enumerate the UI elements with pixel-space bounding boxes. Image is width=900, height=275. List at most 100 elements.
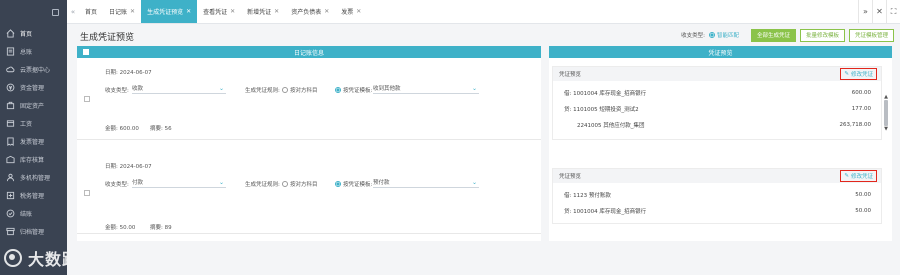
entry-amount: 金额: 50.00 (105, 225, 136, 231)
sidebar-item-label: 工资 (20, 120, 33, 128)
header-actions: 收支类型: 智能匹配 全部生成凭证 批量修改模板 凭证模板管理 (681, 28, 894, 42)
sidebar-item-label: 税务管理 (20, 192, 45, 200)
archive-icon (6, 227, 15, 236)
type-label: 收支类型: (105, 182, 129, 188)
sidebar-top (0, 0, 67, 24)
sidebar-item-invoice[interactable]: 发票管理 (0, 132, 67, 150)
collapse-menu-icon[interactable] (52, 8, 59, 16)
radio-button[interactable] (282, 181, 288, 187)
sidebar-item-fund[interactable]: 资金管理 (0, 78, 67, 96)
entry-checkbox[interactable] (84, 190, 90, 196)
radio-button[interactable] (335, 181, 341, 187)
chevron-down-icon: ⌄ (218, 179, 224, 186)
close-icon[interactable]: ✕ (230, 8, 235, 15)
sidebar-item-org[interactable]: 多机构管理 (0, 168, 67, 186)
tab-add-voucher[interactable]: 新增凭证 ✕ (241, 0, 285, 23)
edit-icon: ✎ (844, 173, 849, 179)
rule-option-label: 按对方科目 (290, 88, 318, 94)
type-select[interactable]: 付款 ⌄ (132, 177, 226, 188)
edit-voucher-button[interactable]: ✎ 修改凭证 (840, 68, 877, 80)
voucher-scrollbar[interactable]: ▲ ▼ (883, 94, 889, 134)
close-icon[interactable]: ✕ (130, 8, 135, 15)
type-label: 收支类型: (105, 88, 129, 94)
close-icon[interactable]: ✕ (186, 8, 191, 15)
type-select-value: 收款 (132, 86, 144, 92)
edit-voucher-button[interactable]: ✎ 修改凭证 (840, 170, 877, 182)
sidebar-item-salary[interactable]: 工资 (0, 114, 67, 132)
sidebar-item-tax[interactable]: 税务管理 (0, 186, 67, 204)
sidebar-item-label: 资金管理 (20, 84, 45, 92)
scrollbar-thumb[interactable] (884, 100, 888, 126)
radio-button[interactable] (282, 87, 288, 93)
type-select[interactable]: 收款 ⌄ (132, 83, 226, 94)
tab-label: 发票 (341, 9, 354, 16)
rule-option-counter-subject[interactable]: 按对方科目 (282, 86, 318, 94)
rule-option-counter-subject[interactable]: 按对方科目 (282, 180, 318, 188)
chevron-down-icon: ⌄ (218, 85, 224, 92)
template-select[interactable]: 预付款 ⌄ (373, 177, 479, 188)
template-select[interactable]: 收到其他款 ⌄ (373, 83, 479, 94)
voucher-template-manage-button[interactable]: 凭证模板管理 (848, 28, 894, 42)
close-icon[interactable]: ✕ (356, 8, 361, 15)
sidebar-item-ledger[interactable]: 总账 (0, 42, 67, 60)
voucher-card-title: 凭证预览 (559, 174, 582, 180)
tab-journal[interactable]: 日记账 ✕ (103, 0, 141, 23)
sidebar-item-home[interactable]: 首页 (0, 24, 67, 42)
tab-balance-sheet[interactable]: 资产负债表 ✕ (285, 0, 335, 23)
generate-all-vouchers-button[interactable]: 全部生成凭证 (750, 28, 796, 42)
sidebar-item-label: 云票据中心 (20, 66, 51, 74)
voucher-preview-panel: 凭证预览 凭证预览 ✎ 修改凭证 借: 1001004 库存现金_招商银行 60… (549, 46, 892, 241)
tab-label: 日记账 (109, 9, 128, 16)
rule-option-template[interactable]: 按凭证模板: (335, 180, 372, 188)
radio-button[interactable] (335, 87, 341, 93)
smart-match-label[interactable]: 智能匹配 (717, 31, 739, 39)
sidebar-item-label: 多机构管理 (20, 174, 51, 182)
fullscreen-icon[interactable]: ⛶ (886, 0, 900, 23)
chevron-down-icon: ⌄ (471, 179, 477, 186)
tab-home[interactable]: 首页 (79, 0, 103, 23)
voucher-card: 凭证预览 ✎ 修改凭证 借: 1001004 库存现金_招商银行 600.00 … (552, 66, 882, 140)
salary-icon (6, 119, 15, 128)
rule-option-template[interactable]: 按凭证模板: (335, 86, 372, 94)
panel-title: 日记账信息 (293, 49, 324, 57)
sidebar-item-cloud-ticket[interactable]: 云票据中心 (0, 60, 67, 78)
sidebar-item-label: 结账 (20, 210, 33, 218)
tab-scroll-left-icon[interactable]: « (67, 0, 79, 23)
sidebar-item-archive[interactable]: 归档管理 (0, 222, 67, 240)
voucher-line: 借: 1123 预付账款 50.00 (553, 187, 881, 203)
voucher-type-label: 收支类型: (681, 33, 705, 39)
sidebar-item-asset[interactable]: 固定资产 (0, 96, 67, 114)
entry-checkbox[interactable] (84, 96, 90, 102)
cloud-ticket-icon (6, 65, 15, 74)
tab-invoice[interactable]: 发票 ✕ (335, 0, 367, 23)
tab-generate-voucher-preview[interactable]: 生成凭证预览 ✕ (141, 0, 198, 23)
tab-scroll-right-icon[interactable]: » (858, 0, 872, 23)
scroll-up-icon[interactable]: ▲ (883, 94, 889, 100)
close-all-tabs-icon[interactable]: ✕ (872, 0, 886, 23)
select-all-checkbox[interactable] (83, 49, 89, 55)
tab-label: 生成凭证预览 (147, 9, 184, 16)
smart-match-radio[interactable] (708, 32, 715, 38)
home-icon (6, 28, 15, 38)
type-select-value: 付款 (132, 180, 144, 186)
tab-label: 首页 (85, 9, 98, 16)
sidebar-item-label: 总账 (20, 48, 33, 56)
voucher-line-amount: 177.00 (851, 106, 871, 112)
rule-option-label: 按凭证模板: (343, 182, 373, 188)
tab-bar: « 首页 日记账 ✕ 生成凭证预览 ✕ 查看凭证 ✕ 新增凭证 ✕ 资产负债表 ✕ 发票 ✕… (67, 0, 900, 24)
sidebar-item-label: 首页 (20, 30, 33, 38)
asset-icon (6, 101, 15, 110)
close-icon[interactable]: ✕ (274, 8, 279, 15)
sidebar-item-close-account[interactable]: 结账 (0, 204, 67, 222)
close-icon[interactable]: ✕ (324, 8, 329, 15)
voucher-card: 凭证预览 ✎ 修改凭证 借: 1123 预付账款 50.00 贷: 100100… (552, 168, 882, 224)
sidebar-item-inventory[interactable]: 库存核算 (0, 150, 67, 168)
tab-view-voucher[interactable]: 查看凭证 ✕ (197, 0, 241, 23)
scroll-down-icon[interactable]: ▼ (883, 126, 889, 132)
tabbar-actions: » ✕ ⛶ (858, 0, 900, 23)
rule-option-label: 按对方科目 (290, 182, 318, 188)
main-content: 生成凭证预览 收支类型: 智能匹配 全部生成凭证 批量修改模板 凭证模板管理 日… (67, 24, 900, 275)
entry-date: 日期: 2024-06-07 (105, 164, 152, 170)
voucher-line-text: 贷: 1101005 短期投资_测试2 (564, 107, 639, 113)
batch-edit-template-button[interactable]: 批量修改模板 (799, 28, 845, 42)
